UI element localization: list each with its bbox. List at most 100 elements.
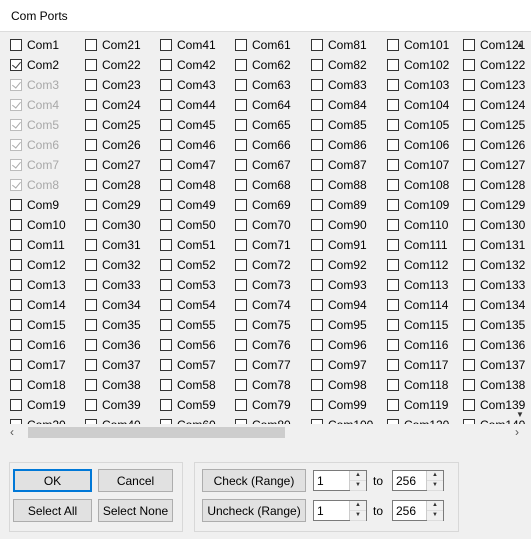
uncheck-from-spinner[interactable]: ▲▼ [313,500,367,521]
com-port-checkbox[interactable]: Com63 [233,75,309,95]
com-port-checkbox[interactable]: Com126 [461,135,528,155]
com-port-checkbox[interactable]: Com18 [8,375,83,395]
com-port-checkbox[interactable]: Com75 [233,315,309,335]
com-port-checkbox[interactable]: Com134 [461,295,528,315]
com-port-checkbox[interactable]: Com53 [158,275,233,295]
check-to-input[interactable] [393,471,426,489]
com-port-checkbox[interactable]: Com19 [8,395,83,415]
com-port-checkbox[interactable]: Com44 [158,95,233,115]
com-port-checkbox[interactable]: Com13 [8,275,83,295]
com-port-checkbox[interactable]: Com32 [83,255,158,275]
com-port-checkbox[interactable]: Com49 [158,195,233,215]
com-port-checkbox[interactable]: Com34 [83,295,158,315]
spin-up-icon[interactable]: ▲ [350,501,366,511]
com-port-checkbox[interactable]: Com125 [461,115,528,135]
com-port-checkbox[interactable]: Com138 [461,375,528,395]
com-port-checkbox[interactable]: Com95 [309,315,385,335]
spin-up-icon[interactable]: ▲ [427,501,443,511]
com-port-checkbox[interactable]: Com59 [158,395,233,415]
com-port-checkbox[interactable]: Com15 [8,315,83,335]
cancel-button[interactable]: Cancel [98,469,173,492]
ok-button[interactable]: OK [13,469,92,492]
com-port-checkbox[interactable]: Com106 [385,135,461,155]
com-port-checkbox[interactable]: Com37 [83,355,158,375]
com-port-checkbox[interactable]: Com104 [385,95,461,115]
com-port-checkbox[interactable]: Com38 [83,375,158,395]
com-port-checkbox[interactable]: Com57 [158,355,233,375]
com-port-checkbox[interactable]: Com131 [461,235,528,255]
com-port-checkbox[interactable]: Com42 [158,55,233,75]
com-port-checkbox[interactable]: Com25 [83,115,158,135]
spin-up-icon[interactable]: ▲ [350,471,366,481]
com-port-checkbox[interactable]: Com65 [233,115,309,135]
com-port-checkbox[interactable]: Com116 [385,335,461,355]
com-port-checkbox[interactable]: Com39 [83,395,158,415]
com-port-checkbox[interactable]: Com68 [233,175,309,195]
com-port-checkbox[interactable]: Com93 [309,275,385,295]
com-port-checkbox[interactable]: Com112 [385,255,461,275]
com-port-checkbox[interactable]: Com129 [461,195,528,215]
com-port-checkbox[interactable]: Com9 [8,195,83,215]
com-port-checkbox[interactable]: Com43 [158,75,233,95]
com-port-checkbox[interactable]: Com55 [158,315,233,335]
com-port-checkbox[interactable]: Com124 [461,95,528,115]
horizontal-scrollbar[interactable]: ‹ › [8,424,525,441]
com-port-checkbox[interactable]: Com107 [385,155,461,175]
com-port-checkbox[interactable]: Com115 [385,315,461,335]
com-port-checkbox[interactable]: Com46 [158,135,233,155]
com-port-checkbox[interactable]: Com52 [158,255,233,275]
com-port-checkbox[interactable]: Com70 [233,215,309,235]
com-port-checkbox[interactable]: Com90 [309,215,385,235]
com-port-checkbox[interactable]: Com74 [233,295,309,315]
com-port-checkbox[interactable]: Com114 [385,295,461,315]
com-port-checkbox[interactable]: Com45 [158,115,233,135]
com-port-checkbox[interactable]: Com31 [83,235,158,255]
com-port-checkbox[interactable]: Com103 [385,75,461,95]
spin-up-icon[interactable]: ▲ [427,471,443,481]
com-port-checkbox[interactable]: Com82 [309,55,385,75]
com-port-checkbox[interactable]: Com56 [158,335,233,355]
com-port-checkbox[interactable]: Com136 [461,335,528,355]
com-port-checkbox[interactable]: Com88 [309,175,385,195]
com-port-checkbox[interactable]: Com108 [385,175,461,195]
com-port-checkbox[interactable]: Com35 [83,315,158,335]
com-port-checkbox[interactable]: Com78 [233,375,309,395]
check-from-input[interactable] [314,471,347,489]
com-port-checkbox[interactable]: Com113 [385,275,461,295]
com-port-checkbox[interactable]: Com77 [233,355,309,375]
check-from-spinner[interactable]: ▲▼ [313,470,367,491]
scroll-down-icon[interactable]: ▼ [516,410,524,419]
com-port-checkbox[interactable]: Com111 [385,235,461,255]
com-port-checkbox[interactable]: Com79 [233,395,309,415]
com-port-checkbox[interactable]: Com117 [385,355,461,375]
scroll-up-icon[interactable]: ▲ [516,40,524,49]
scrollbar-thumb[interactable] [28,427,285,438]
com-port-checkbox[interactable]: Com101 [385,35,461,55]
select-none-button[interactable]: Select None [98,499,173,522]
com-port-checkbox[interactable]: Com51 [158,235,233,255]
com-port-checkbox[interactable]: Com26 [83,135,158,155]
spin-down-icon[interactable]: ▼ [350,511,366,521]
com-port-checkbox[interactable]: Com54 [158,295,233,315]
com-port-checkbox[interactable]: Com72 [233,255,309,275]
com-port-checkbox[interactable]: Com123 [461,75,528,95]
com-port-checkbox[interactable]: Com96 [309,335,385,355]
com-port-checkbox[interactable]: Com135 [461,315,528,335]
com-port-checkbox[interactable]: Com67 [233,155,309,175]
com-port-checkbox[interactable]: Com61 [233,35,309,55]
com-port-checkbox[interactable]: Com50 [158,215,233,235]
uncheck-range-button[interactable]: Uncheck (Range) [202,499,306,522]
com-port-checkbox[interactable]: Com29 [83,195,158,215]
com-port-checkbox[interactable]: Com99 [309,395,385,415]
check-range-button[interactable]: Check (Range) [202,469,306,492]
com-port-checkbox[interactable]: Com28 [83,175,158,195]
com-port-checkbox[interactable]: Com84 [309,95,385,115]
com-port-checkbox[interactable]: Com122 [461,55,528,75]
com-port-checkbox[interactable]: Com98 [309,375,385,395]
com-port-checkbox[interactable]: Com119 [385,395,461,415]
uncheck-to-spinner[interactable]: ▲▼ [392,500,444,521]
com-port-checkbox[interactable]: Com94 [309,295,385,315]
com-port-checkbox[interactable]: Com21 [83,35,158,55]
uncheck-to-input[interactable] [393,501,426,519]
com-port-checkbox[interactable]: Com130 [461,215,528,235]
